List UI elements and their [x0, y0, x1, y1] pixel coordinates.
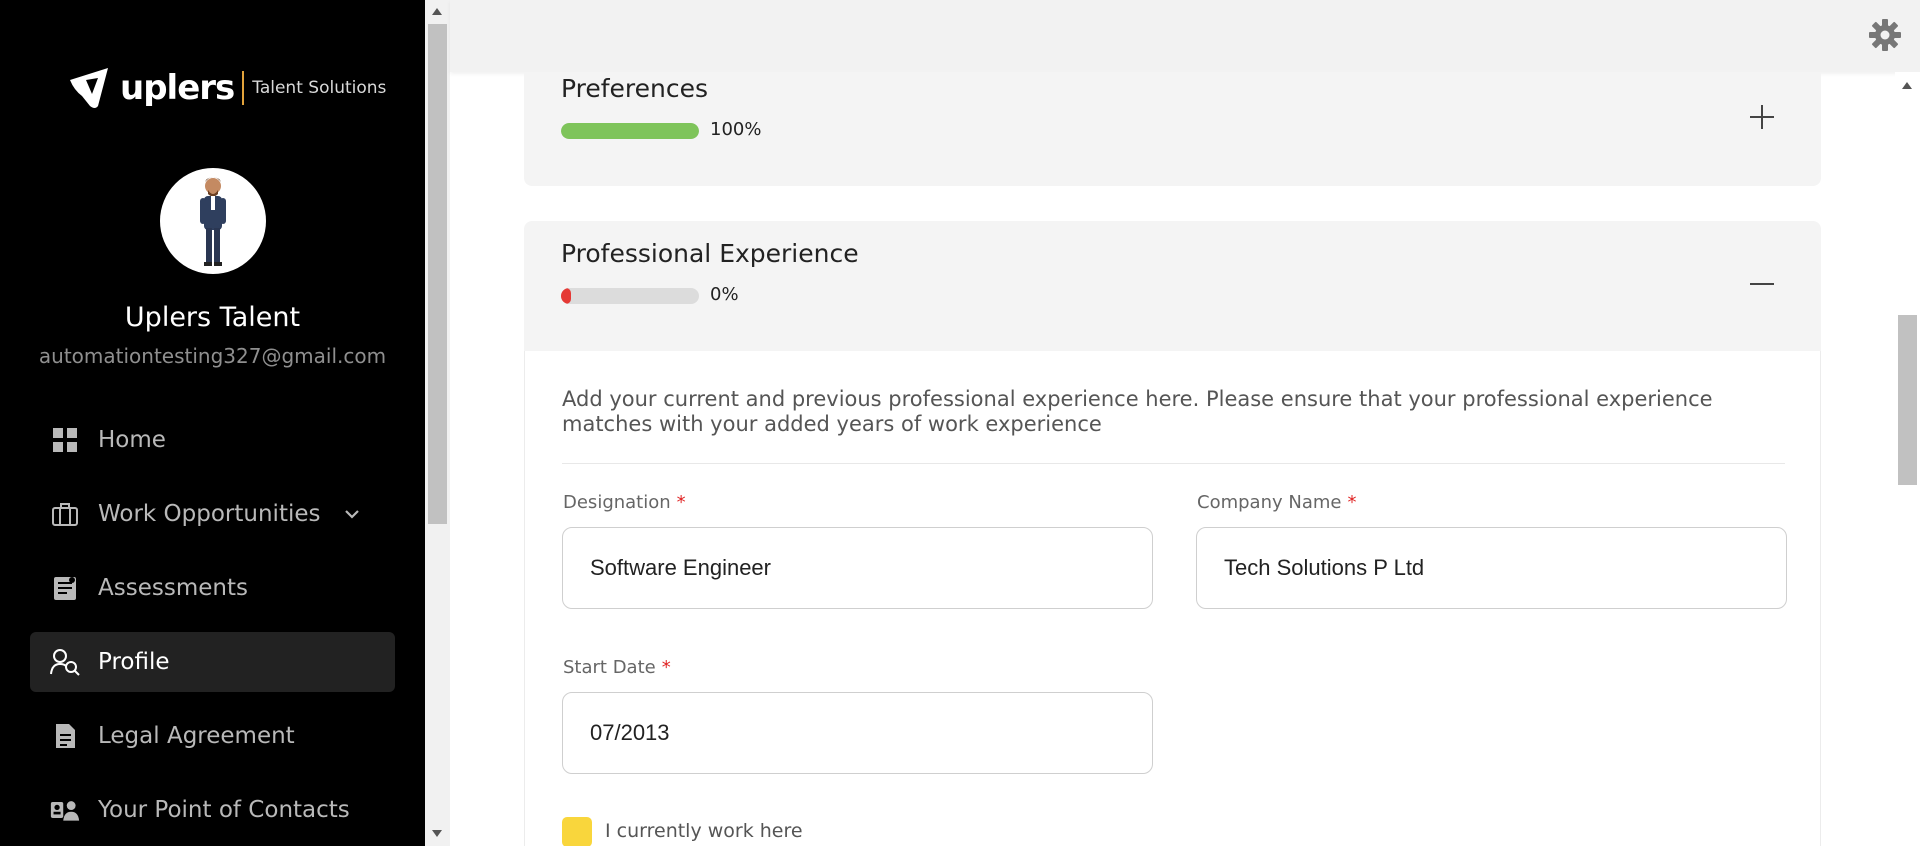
current-job-label: I currently work here: [605, 820, 803, 842]
scroll-down-arrow-icon[interactable]: [432, 830, 442, 837]
nav-label-point-of-contacts: Your Point of Contacts: [98, 797, 350, 823]
required-marker: *: [661, 657, 671, 678]
main-content: Preferences 100% Professional Experience…: [450, 72, 1895, 846]
logo-divider: [242, 71, 245, 105]
experience-description: Add your current and previous profession…: [562, 387, 1713, 436]
nav-item-point-of-contacts[interactable]: Your Point of Contacts: [30, 780, 395, 840]
experience-progress-fill: [561, 288, 571, 304]
experience-section-header[interactable]: Professional Experience 0%: [524, 221, 1821, 351]
chevron-down-icon[interactable]: [343, 505, 361, 523]
preferences-section[interactable]: Preferences 100%: [524, 72, 1821, 186]
nav-label-assessments: Assessments: [98, 575, 248, 601]
experience-progress-label: 0%: [710, 284, 739, 305]
preferences-progress-label: 100%: [710, 119, 762, 140]
sidebar-scrollbar-thumb[interactable]: [428, 24, 447, 524]
experience-form: Add your current and previous profession…: [524, 351, 1821, 846]
plus-icon[interactable]: [1747, 102, 1777, 132]
scroll-up-arrow-icon[interactable]: [432, 8, 442, 15]
user-email: automationtesting327@gmail.com: [38, 344, 387, 368]
assessment-icon: [50, 573, 80, 603]
nav-item-work-opportunities[interactable]: Work Opportunities: [30, 484, 395, 544]
nav-label-work-opportunities: Work Opportunities: [98, 501, 321, 527]
preferences-progress-bar: [561, 123, 699, 139]
document-icon: [50, 721, 80, 751]
page-scrollbar-thumb[interactable]: [1898, 315, 1917, 485]
nav-item-profile[interactable]: Profile: [30, 632, 395, 692]
nav-item-home[interactable]: Home: [30, 410, 395, 470]
nav-label-home: Home: [98, 427, 166, 453]
page-scrollbar[interactable]: [1895, 72, 1920, 846]
nav-label-legal-agreement: Legal Agreement: [98, 723, 295, 749]
avatar-illustration: [200, 177, 226, 266]
start-date-label: Start Date *: [563, 657, 671, 678]
uplers-logo-icon: [70, 68, 108, 108]
contacts-icon: [50, 795, 80, 825]
sidebar-scrollbar[interactable]: [425, 0, 450, 846]
nav-item-assessments[interactable]: Assessments: [30, 558, 395, 618]
uplers-logo[interactable]: uplers Talent Solutions: [68, 66, 386, 110]
section-title-preferences: Preferences: [561, 74, 709, 103]
company-name-input[interactable]: Tech Solutions P Ltd: [1196, 527, 1787, 609]
nav-label-profile: Profile: [98, 649, 170, 675]
sidebar: uplers Talent Solutions Uplers Talent au…: [0, 0, 425, 846]
user-name: Uplers Talent: [124, 302, 301, 333]
avatar[interactable]: [160, 168, 266, 274]
required-marker: *: [1347, 492, 1357, 513]
company-name-label: Company Name *: [1197, 492, 1357, 513]
divider: [562, 463, 1785, 464]
start-date-input[interactable]: 07/2013: [562, 692, 1153, 774]
designation-label: Designation *: [563, 492, 686, 513]
current-job-checkbox[interactable]: [562, 817, 592, 846]
experience-progress-bar: [561, 288, 699, 304]
profile-search-icon: [50, 647, 80, 677]
minus-icon[interactable]: [1747, 269, 1777, 299]
preferences-progress-fill: [561, 123, 699, 139]
designation-input[interactable]: Software Engineer: [562, 527, 1153, 609]
logo-wordmark: uplers: [120, 68, 235, 108]
gear-icon[interactable]: [1868, 18, 1902, 52]
required-marker: *: [676, 492, 686, 513]
section-title-experience: Professional Experience: [561, 239, 859, 268]
sidebar-nav: Home Work Opportunities Assessments Prof…: [30, 410, 395, 854]
scroll-up-arrow-icon[interactable]: [1902, 82, 1912, 89]
briefcase-icon: [50, 499, 80, 529]
nav-item-legal-agreement[interactable]: Legal Agreement: [30, 706, 395, 766]
logo-tagline: Talent Solutions: [252, 78, 387, 98]
grid-icon: [50, 425, 80, 455]
top-bar: [450, 0, 1920, 72]
